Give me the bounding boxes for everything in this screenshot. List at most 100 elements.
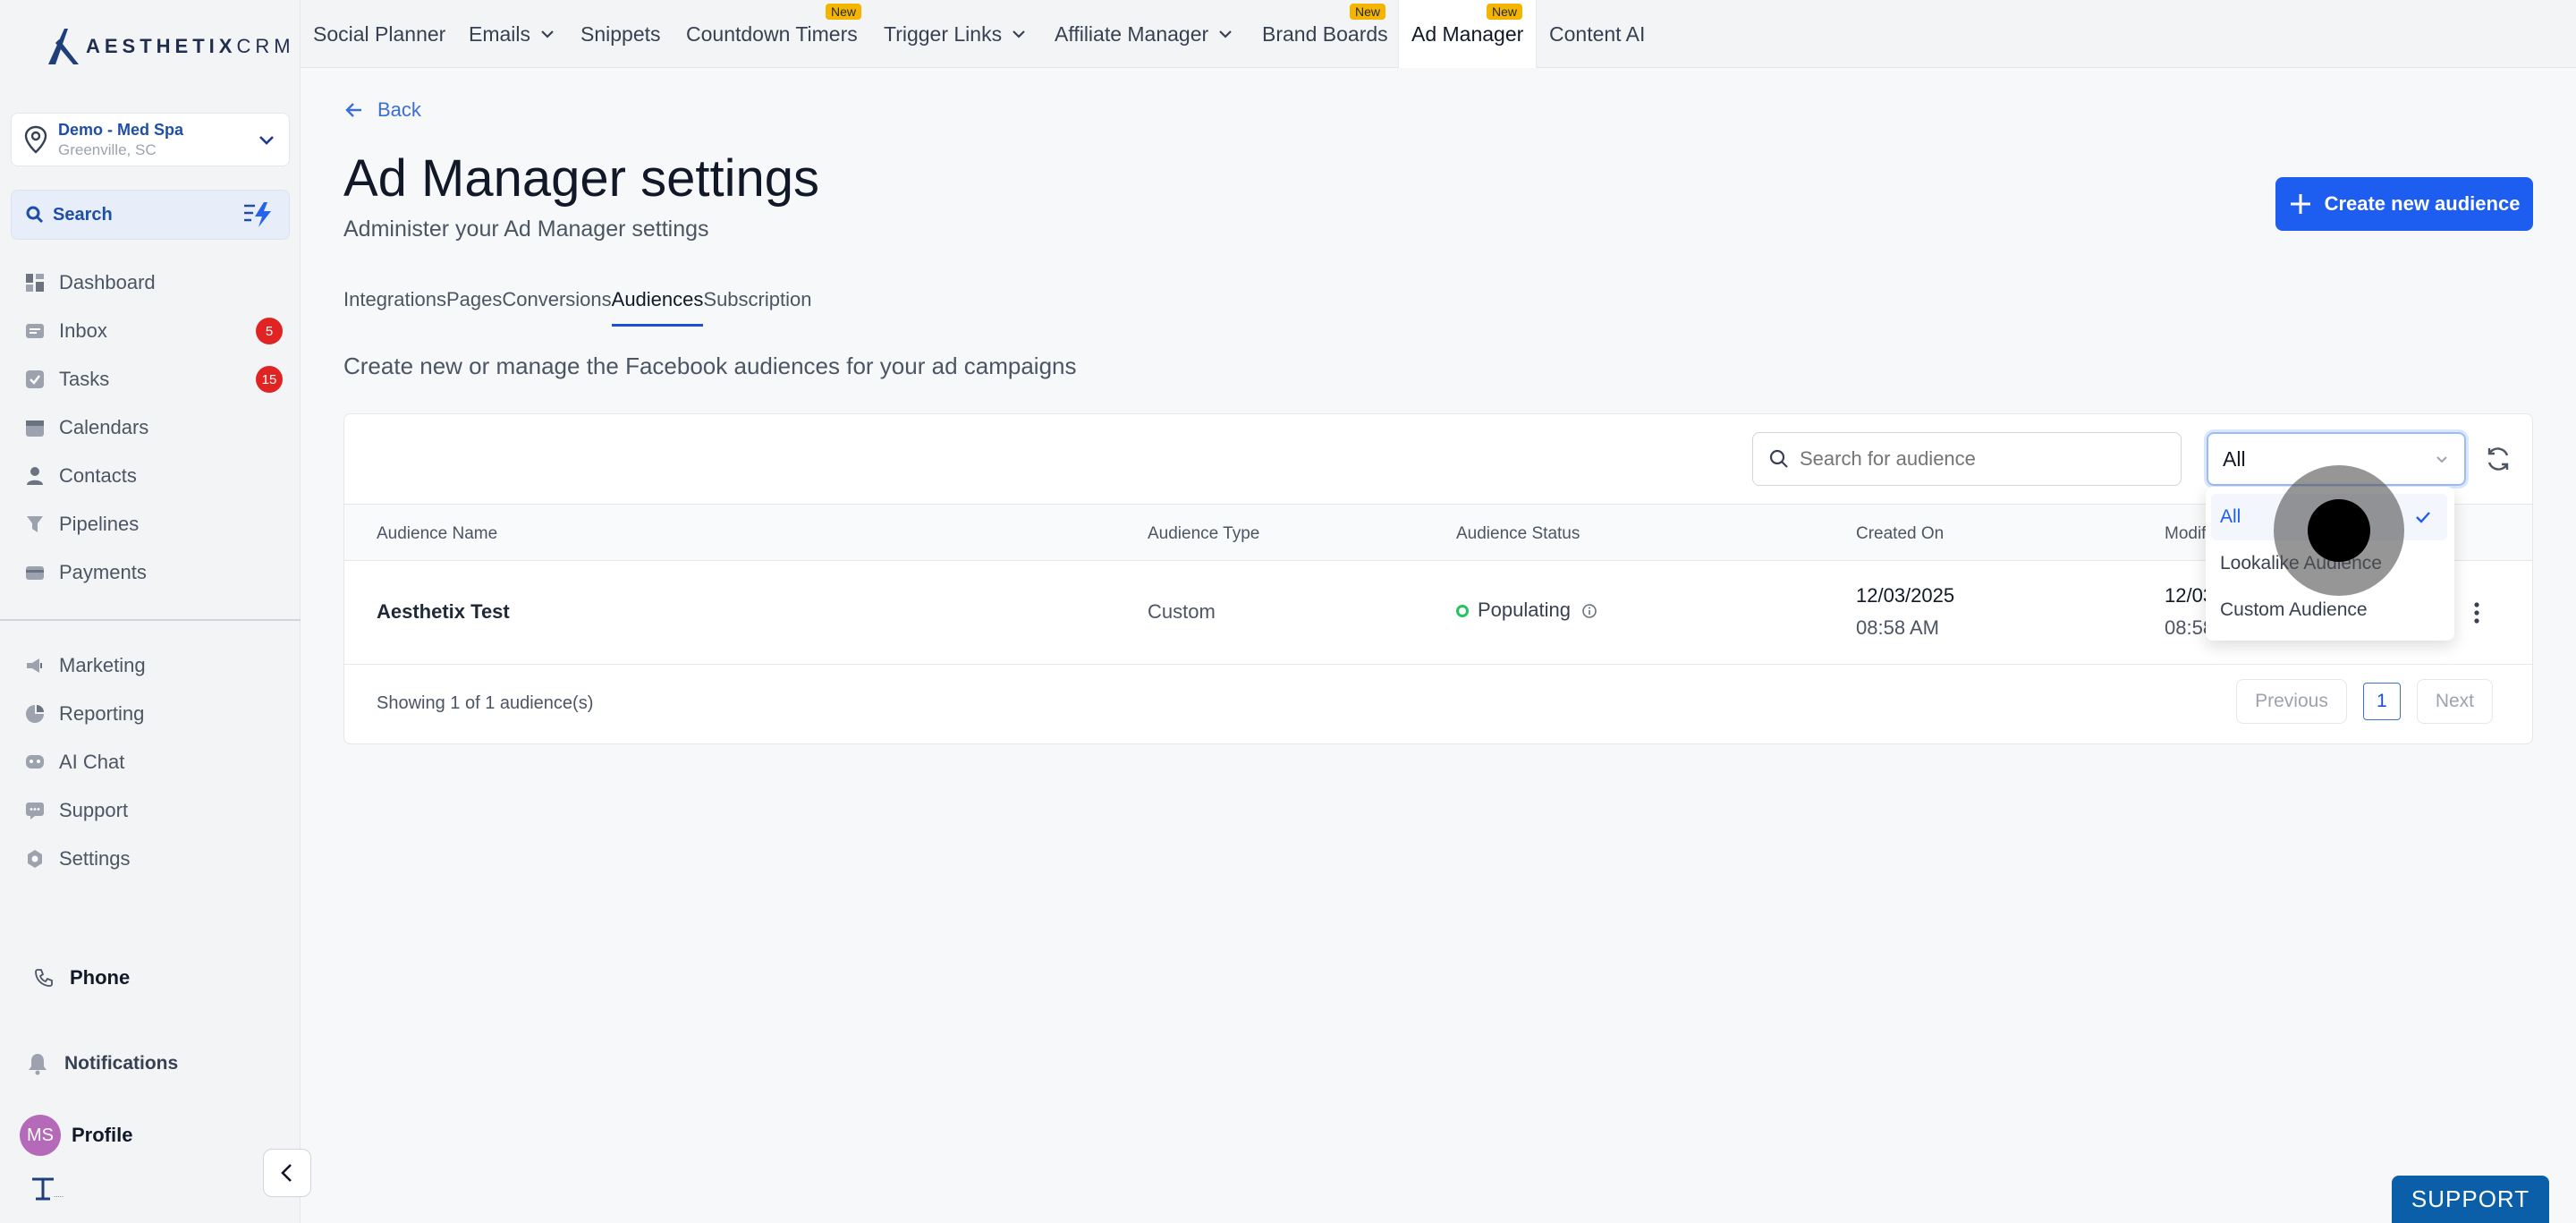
chevron-left-icon <box>281 1164 292 1182</box>
back-link[interactable]: Back <box>343 98 421 122</box>
sidebar-search-label: Search <box>53 204 113 225</box>
location-pin-icon <box>24 125 47 154</box>
arrow-left-icon <box>345 103 361 117</box>
support-icon <box>26 803 44 820</box>
sidebar-item-pipelines[interactable]: Pipelines <box>25 506 290 542</box>
sidebar-item-settings[interactable]: Settings <box>25 841 290 877</box>
pipelines-icon <box>27 516 43 532</box>
info-icon[interactable] <box>1581 603 1597 619</box>
tab-content-ai[interactable]: Content AI <box>1549 0 1645 68</box>
support-button[interactable]: SUPPORT <box>2392 1176 2549 1223</box>
tab-ad-manager[interactable]: Ad Manager New <box>1398 0 1538 68</box>
tab-emails[interactable]: Emails <box>469 0 555 68</box>
pagination: Previous 1 Next <box>2236 679 2493 724</box>
tab-label: Brand Boards <box>1262 21 1388 46</box>
tab-countdown-timers[interactable]: Countdown Timers New <box>686 0 862 68</box>
sidebar-item-label: Reporting <box>59 702 145 725</box>
tab-label: Emails <box>469 21 531 46</box>
sidebar-item-label: Inbox <box>59 319 107 342</box>
audience-search-input[interactable] <box>1800 447 2165 471</box>
tab-label: Content AI <box>1549 21 1646 46</box>
tab-label: Social Planner <box>313 21 446 46</box>
phone-button[interactable]: Phone <box>34 966 130 989</box>
chevron-down-icon <box>2436 456 2447 463</box>
sidebar-item-label: Tasks <box>59 368 110 390</box>
tab-audiences[interactable]: Audiences <box>611 288 704 327</box>
brand-name: AESTHETIX <box>86 35 237 57</box>
tab-social-planner[interactable]: Social Planner <box>313 0 445 68</box>
row-menu-icon[interactable] <box>2471 600 2482 625</box>
previous-page-button[interactable]: Previous <box>2236 679 2347 724</box>
reporting-icon <box>26 705 44 723</box>
sidebar-item-marketing[interactable]: Marketing <box>25 648 290 684</box>
tab-integrations[interactable]: Integrations <box>343 288 446 327</box>
audiences-description: Create new or manage the Facebook audien… <box>343 352 1077 379</box>
location-switcher[interactable]: Demo - Med Spa Greenville, SC <box>11 113 290 166</box>
sidebar-item-ai-chat[interactable]: AI Chat <box>25 744 290 780</box>
settings-tabs: Integrations Pages Conversions Audiences… <box>343 288 811 327</box>
sidebar-item-reporting[interactable]: Reporting <box>25 696 290 732</box>
create-audience-label: Create new audience <box>2324 192 2521 215</box>
notifications-button[interactable]: Notifications <box>27 1052 178 1075</box>
tab-conversions[interactable]: Conversions <box>502 288 611 327</box>
sidebar-item-label: Settings <box>59 847 131 870</box>
page-number-button[interactable]: 1 <box>2362 683 2401 720</box>
audiences-card: All Audience Name Audience Type Audience… <box>343 413 2533 744</box>
refresh-icon[interactable] <box>2484 445 2512 473</box>
tab-brand-boards[interactable]: Brand Boards New <box>1262 0 1388 68</box>
chevron-down-icon <box>259 136 274 145</box>
audience-name: Aesthetix Test <box>377 600 510 623</box>
phone-label: Phone <box>70 966 131 989</box>
dashboard-icon <box>26 274 44 292</box>
calendar-icon <box>26 420 44 437</box>
col-audience-name: Audience Name <box>377 524 498 543</box>
tab-subscription[interactable]: Subscription <box>703 288 811 327</box>
audience-search-field[interactable] <box>1752 432 2182 486</box>
payments-icon <box>26 566 44 580</box>
sidebar-search[interactable]: Search <box>11 190 290 240</box>
chevron-down-icon <box>1219 30 1232 38</box>
new-badge: New <box>826 4 862 20</box>
created-date: 12/03/2025 <box>1856 584 1955 607</box>
brand-suffix: CRM <box>236 35 295 57</box>
quick-action-bolt-icon[interactable] <box>242 200 275 229</box>
bell-icon <box>29 1054 47 1075</box>
profile-button[interactable]: MS Profile <box>20 1115 132 1156</box>
chevron-down-icon <box>1013 30 1025 38</box>
svg-text:·····: ····· <box>54 1193 64 1201</box>
tab-label: Trigger Links <box>884 21 1003 46</box>
count-badge: 15 <box>256 366 283 393</box>
sidebar-item-label: Payments <box>59 561 147 583</box>
new-badge: New <box>1350 4 1386 20</box>
sidebar-item-tasks[interactable]: Tasks 15 <box>25 361 290 397</box>
chevron-down-icon <box>541 30 554 38</box>
location-name: Demo - Med Spa <box>58 120 184 139</box>
sidebar-item-label: Pipelines <box>59 513 140 535</box>
sidebar-item-payments[interactable]: Payments <box>25 555 290 590</box>
check-icon <box>2416 512 2430 523</box>
audience-status: Populating <box>1456 599 1597 622</box>
sidebar-item-contacts[interactable]: Contacts <box>25 458 290 494</box>
new-badge: New <box>1487 4 1523 20</box>
sidebar-item-inbox[interactable]: Inbox 5 <box>25 313 290 349</box>
option-label: All <box>2220 506 2241 527</box>
collapse-sidebar-button[interactable] <box>263 1149 311 1197</box>
tab-pages[interactable]: Pages <box>446 288 502 327</box>
sidebar-item-label: AI Chat <box>59 751 125 773</box>
sidebar-item-label: Support <box>59 799 129 821</box>
contacts-icon <box>27 467 43 485</box>
next-page-button[interactable]: Next <box>2416 679 2493 724</box>
ai-chat-icon <box>26 755 44 769</box>
brand-logo[interactable]: AESTHETIXCRM <box>47 27 295 66</box>
create-audience-button[interactable]: Create new audience <box>2275 177 2533 231</box>
back-label: Back <box>377 98 421 121</box>
tab-snippets[interactable]: Snippets <box>580 0 661 68</box>
tab-trigger-links[interactable]: Trigger Links <box>884 0 1027 68</box>
option-label: Custom Audience <box>2220 599 2368 620</box>
table-row[interactable]: Aesthetix Test Custom Populating 12/03/2… <box>344 561 2532 665</box>
sidebar-item-support[interactable]: Support <box>25 793 290 828</box>
sidebar-item-calendars[interactable]: Calendars <box>25 410 290 446</box>
sidebar-item-dashboard[interactable]: Dashboard <box>25 265 290 301</box>
inbox-icon <box>26 324 44 338</box>
tab-affiliate-manager[interactable]: Affiliate Manager <box>1055 0 1233 68</box>
